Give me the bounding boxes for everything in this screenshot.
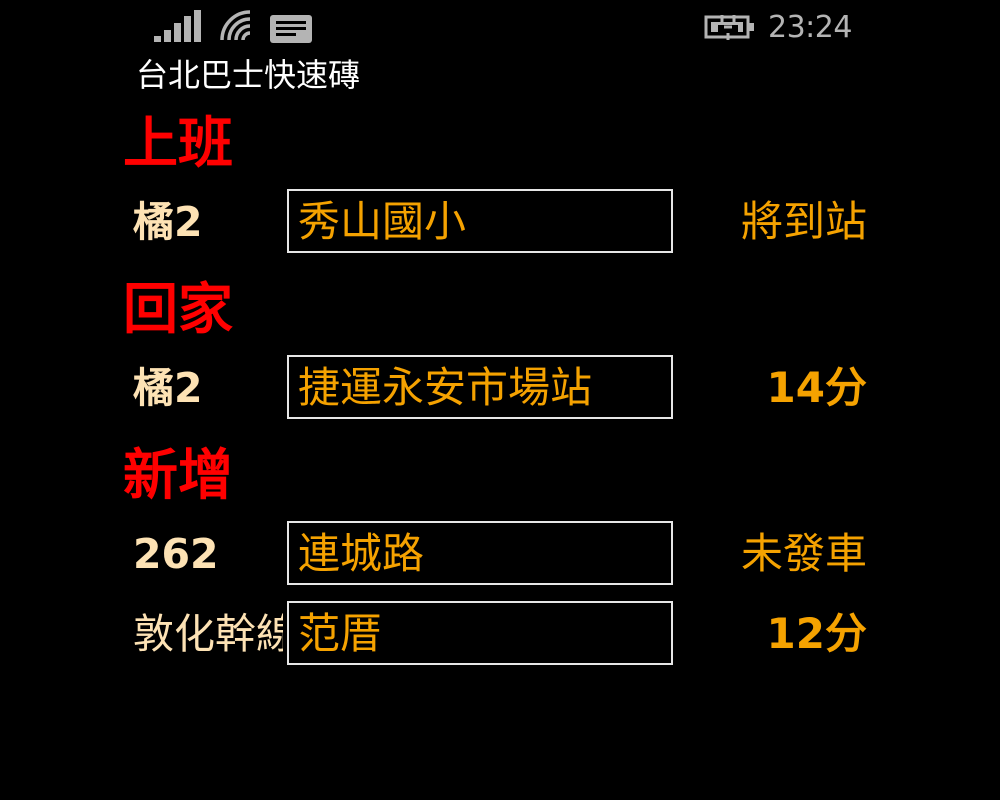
arrival-time: 將到站 [740, 197, 867, 246]
stop-name: 范厝 [298, 609, 383, 658]
app-title: 台北巴士快速磚 [136, 56, 361, 94]
wifi-icon [220, 10, 251, 41]
message-icon [270, 15, 312, 43]
route-number: 橘2 [133, 364, 203, 412]
stop-box[interactable]: 范厝 [287, 601, 673, 665]
stop-box[interactable]: 秀山國小 [287, 189, 673, 253]
stop-name: 連城路 [298, 529, 425, 578]
arrival-time: 未發車 [740, 529, 867, 578]
app-screen: 23:24 台北巴士快速磚 上班 橘2 秀山國小 將到站 回家 橘2 捷運永安市… [0, 0, 1000, 800]
stop-box[interactable]: 捷運永安市場站 [287, 355, 673, 419]
stop-name: 捷運永安市場站 [298, 363, 593, 412]
arrival-time: 12分 [766, 609, 867, 658]
stop-box[interactable]: 連城路 [287, 521, 673, 585]
section-title-home: 回家 [123, 277, 234, 341]
battery-charging-icon [704, 15, 754, 40]
arrival-time: 14分 [766, 363, 867, 412]
status-clock: 23:24 [768, 10, 852, 45]
route-number: 敦化幹線 [133, 610, 283, 658]
route-number: 橘2 [133, 198, 203, 246]
signal-icon [154, 10, 201, 42]
section-title-work: 上班 [123, 111, 234, 175]
route-number: 262 [133, 530, 219, 578]
section-title-add: 新增 [123, 443, 234, 507]
stop-name: 秀山國小 [298, 197, 467, 246]
